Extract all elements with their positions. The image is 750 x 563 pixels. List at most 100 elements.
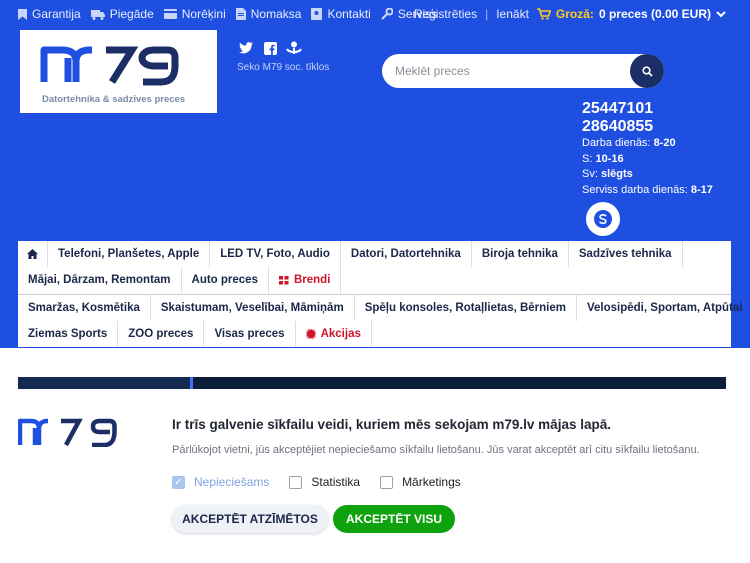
truck-icon [90,9,105,20]
cookie-option-marketing[interactable]: Mārketings [380,475,461,489]
cookie-title: Ir trīs galvenie sīkfailu veidi, kuriem … [172,417,611,432]
nav-row: Telefoni, Planšetes, Apple LED TV, Foto,… [18,241,683,267]
home-icon [27,249,38,259]
top-link-label: Piegāde [109,7,154,21]
nav-item-brands[interactable]: Brendi [269,267,342,293]
site-header: Datortehnika & sadzīves preces Seko M79 … [0,28,750,348]
nav-row: Ziemas Sports ZOO preces Visas preces Ak… [18,321,372,347]
card-icon [163,9,177,19]
social-links [238,40,302,56]
cart-icon [536,8,551,20]
accept-all-button[interactable]: AKCEPTĒT VISU [333,505,455,533]
cookie-options: ✓ Nepieciešams Statistika Mārketings [172,475,461,489]
nav-item[interactable]: Velosipēdi, Sportam, Atpūtai [577,295,750,321]
top-links: Garantija Piegāde Norēķini Nomaksa Konta… [18,0,437,28]
nav-item[interactable]: Skaistumam, Veselībai, Māmiņām [151,295,355,321]
top-link-norekini[interactable]: Norēķini [163,7,226,21]
nav-item[interactable]: Spēļu konsoles, Rotaļlietas, Bērniem [355,295,577,321]
top-link-label: Norēķini [181,7,226,21]
hours-row: Darba dienās: 8-20 [582,136,713,152]
checkbox-statistics[interactable] [289,475,303,489]
nav-item[interactable]: LED TV, Foto, Audio [210,241,341,267]
checkbox-necessary: ✓ [172,475,185,489]
accept-selected-button[interactable]: AKCEPTĒT ATZĪMĒTOS [172,505,328,533]
skype-button[interactable] [586,202,620,236]
checkbox-marketing[interactable] [380,475,394,489]
register-link[interactable]: Reģistrēties [414,7,477,21]
logo-mark [40,46,179,86]
top-bar: Garantija Piegāde Norēķini Nomaksa Konta… [0,0,750,28]
nav-item-label: Brendi [293,274,331,286]
grid-icon [278,275,289,284]
phone-icon [311,8,323,20]
hours-label: Darba dienās: [582,137,651,149]
contact-info: 25447101 28640855 Darba dienās: 8-20 S: … [582,100,713,198]
cookie-description: Pārlūkojot vietni, jūs akceptējiet nepie… [172,444,700,456]
account-area: Reģistrēties | Ienākt Grozā: 0 preces (0… [414,0,726,28]
category-nav: Telefoni, Planšetes, Apple LED TV, Foto,… [18,241,743,347]
top-link-nomaksa[interactable]: Nomaksa [235,7,302,21]
hours-value: 8-20 [653,137,676,149]
search-bar: Meklēt preces [382,54,664,88]
nav-item[interactable]: Visas preces [204,321,296,347]
option-label: Nepieciešams [194,475,270,489]
badge-icon [305,329,316,339]
nav-item[interactable]: ZOO preces [118,321,205,347]
cookie-logo [18,418,117,447]
search-input[interactable]: Meklēt preces [395,64,470,78]
top-link-label: Garantija [32,7,81,21]
facebook-icon[interactable] [262,40,278,56]
hours-label: Serviss darba dienās: [582,183,688,196]
nav-row: Smaržas, Kosmētika Skaistumam, Veselībai… [18,295,750,321]
hours-label: Sv: [582,168,598,180]
wrench-icon [381,8,393,20]
search-button[interactable] [630,54,664,88]
chevron-down-icon [716,10,726,17]
cookie-option-necessary: ✓ Nepieciešams [172,475,269,489]
twitter-icon[interactable] [238,40,254,56]
nav-item[interactable]: Sadzīves tehnika [569,241,683,267]
nav-home[interactable] [18,241,48,267]
hours-row: S: 10-16 [582,152,713,168]
draugiem-icon[interactable] [286,40,302,56]
nav-row: Mājai, Dārzam, Remontam Auto preces Bren… [18,267,342,293]
cart-label: Grozā: [555,7,594,21]
cookie-consent-dialog: Ir trīs galvenie sīkfailu veidi, kuriem … [0,389,750,563]
social-label: Seko M79 soc. tīklos [237,62,330,73]
logo-tagline: Datortehnika & sadzīves preces [42,94,186,105]
nav-item-sale[interactable]: Akcijas [296,321,372,347]
top-link-piegade[interactable]: Piegāde [90,7,154,21]
hours-value: 10-16 [595,152,624,165]
option-label: Statistika [311,475,361,489]
option-label: Mārketings [402,475,461,489]
nav-item[interactable]: Datori, Datortehnika [341,241,472,267]
top-link-label: Nomaksa [250,7,302,21]
nav-item[interactable]: Mājai, Dārzam, Remontam [18,267,182,293]
nav-item[interactable]: Telefoni, Planšetes, Apple [48,241,211,267]
phone-number-1[interactable]: 25447101 [582,100,713,118]
divider: | [485,7,489,21]
skype-icon [594,210,612,228]
top-link-kontakti[interactable]: Kontakti [311,7,371,21]
nav-item-label: Akcijas [320,328,361,340]
document-icon [235,8,246,20]
nav-item[interactable]: Biroja tehnika [472,241,569,267]
cookie-option-statistics[interactable]: Statistika [289,475,360,489]
hours-row: Serviss darba dienās: 8-17 [582,183,713,199]
nav-item[interactable]: Smaržas, Kosmētika [18,295,151,321]
cart-link[interactable]: Grozā: 0 preces (0.00 EUR) [536,7,726,21]
phone-number-2[interactable]: 28640855 [582,118,713,136]
nav-item[interactable]: Auto preces [182,267,269,293]
cart-value: 0 preces (0.00 EUR) [598,7,711,21]
nav-item[interactable]: Ziemas Sports [18,321,119,347]
login-link[interactable]: Ienākt [496,7,529,21]
search-icon [641,65,653,77]
site-logo[interactable]: Datortehnika & sadzīves preces [20,30,217,113]
bookmark-icon [18,8,27,20]
top-link-label: Kontakti [327,7,371,21]
hours-value: 8-17 [690,183,713,196]
hours-label: S: [582,152,593,165]
hours-value: slēgts [600,168,633,180]
hours-row: Sv: slēgts [582,167,713,183]
top-link-garantija[interactable]: Garantija [18,7,81,21]
